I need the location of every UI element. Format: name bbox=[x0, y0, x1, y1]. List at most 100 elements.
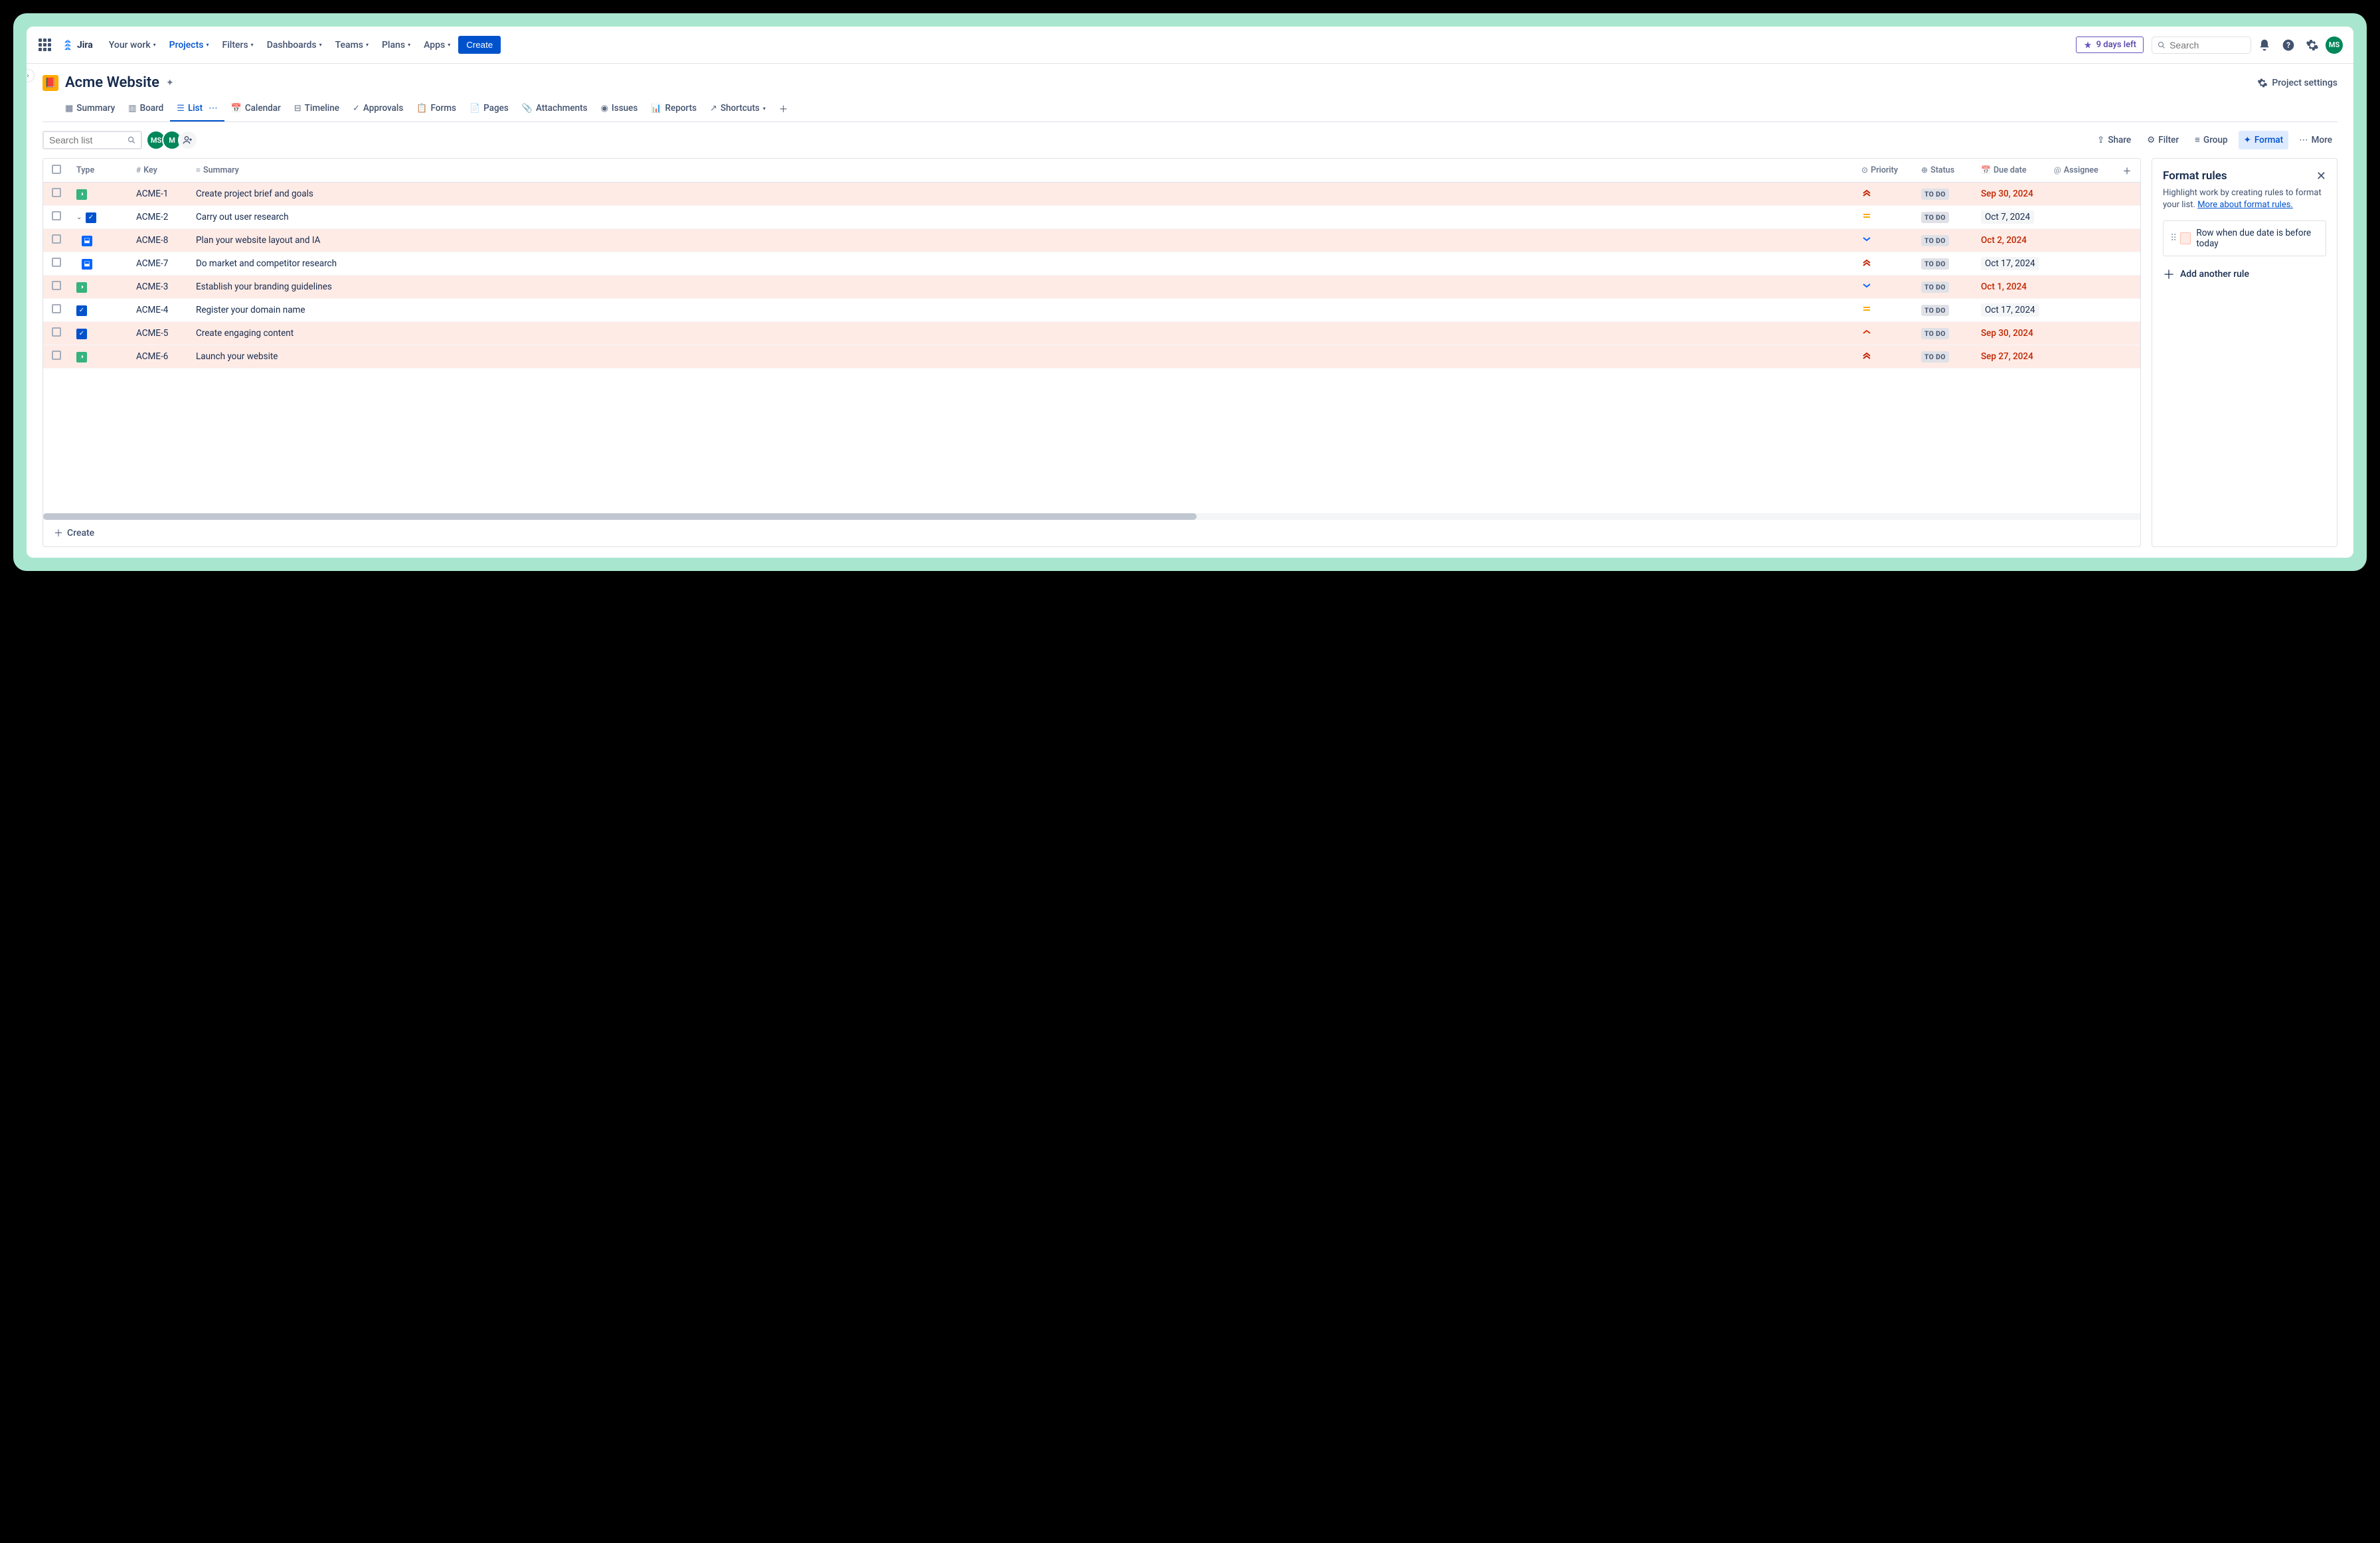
column-key[interactable]: #Key bbox=[129, 159, 189, 183]
search-input[interactable] bbox=[2169, 40, 2245, 50]
assignee-cell[interactable] bbox=[2047, 345, 2114, 368]
issue-summary[interactable]: Establish your branding guidelines bbox=[189, 276, 1855, 299]
group-button[interactable]: ≡Group bbox=[2189, 131, 2233, 149]
issue-summary[interactable]: Create project brief and goals bbox=[189, 183, 1855, 206]
assignee-cell[interactable] bbox=[2047, 276, 2114, 299]
table-row[interactable]: ◑ACME-6Launch your websiteTO DOSep 27, 2… bbox=[43, 345, 2140, 368]
expand-icon[interactable]: ⌄ bbox=[76, 214, 86, 221]
column-summary[interactable]: ≡Summary bbox=[189, 159, 1855, 183]
issue-key[interactable]: ACME-8 bbox=[129, 229, 189, 252]
table-row[interactable]: ◑ACME-1Create project brief and goalsTO … bbox=[43, 183, 2140, 206]
user-avatar[interactable]: MS bbox=[2326, 37, 2343, 54]
status-badge[interactable]: TO DO bbox=[1921, 235, 1949, 246]
status-badge[interactable]: TO DO bbox=[1921, 328, 1949, 339]
status-badge[interactable]: TO DO bbox=[1921, 282, 1949, 293]
priority-icon[interactable] bbox=[1861, 257, 1872, 268]
due-date[interactable]: Sep 30, 2024 bbox=[1981, 328, 2033, 339]
due-date[interactable]: Sep 27, 2024 bbox=[1981, 351, 2033, 362]
select-all-checkbox[interactable] bbox=[52, 165, 61, 174]
tab-summary[interactable]: ▦Summary bbox=[58, 96, 122, 122]
table-row[interactable]: ◑ACME-3Establish your branding guideline… bbox=[43, 276, 2140, 299]
more-icon[interactable]: ⋯ bbox=[209, 103, 218, 114]
assignee-cell[interactable] bbox=[2047, 252, 2114, 276]
row-checkbox[interactable] bbox=[52, 234, 61, 244]
drag-handle-icon[interactable]: ⠿ bbox=[2170, 233, 2175, 244]
row-checkbox[interactable] bbox=[52, 304, 61, 313]
ai-sparkle-icon[interactable]: ✦ bbox=[166, 78, 174, 88]
app-switcher-icon[interactable] bbox=[37, 37, 53, 53]
help-icon[interactable]: ? bbox=[2278, 35, 2299, 56]
tab-reports[interactable]: 📊Reports bbox=[644, 96, 703, 122]
row-checkbox[interactable] bbox=[52, 281, 61, 290]
settings-icon[interactable] bbox=[2302, 35, 2323, 56]
add-person-button[interactable] bbox=[178, 130, 198, 150]
filter-button[interactable]: ⚙Filter bbox=[2142, 131, 2184, 149]
row-checkbox[interactable] bbox=[52, 327, 61, 337]
create-issue-row[interactable]: ＋Create bbox=[43, 520, 2140, 546]
due-date[interactable]: Oct 7, 2024 bbox=[1981, 210, 2034, 224]
issue-summary[interactable]: Launch your website bbox=[189, 345, 1855, 368]
issue-key[interactable]: ACME-5 bbox=[129, 322, 189, 345]
trial-badge[interactable]: 9 days left bbox=[2076, 37, 2144, 53]
tab-list[interactable]: ☰List ⋯ bbox=[170, 96, 224, 122]
format-rule-item[interactable]: ⠿ Row when due date is before today bbox=[2163, 220, 2326, 256]
status-badge[interactable]: TO DO bbox=[1921, 305, 1949, 316]
add-tab-button[interactable]: ＋ bbox=[772, 96, 795, 122]
tab-shortcuts[interactable]: ↗Shortcuts ▾ bbox=[703, 96, 772, 122]
issue-summary[interactable]: Do market and competitor research bbox=[189, 252, 1855, 276]
row-checkbox[interactable] bbox=[52, 351, 61, 360]
issue-summary[interactable]: Plan your website layout and IA bbox=[189, 229, 1855, 252]
issue-key[interactable]: ACME-7 bbox=[129, 252, 189, 276]
due-date[interactable]: Oct 2, 2024 bbox=[1981, 235, 2027, 246]
column-priority[interactable]: ⊙Priority bbox=[1855, 159, 1914, 183]
assignee-cell[interactable] bbox=[2047, 229, 2114, 252]
global-search[interactable] bbox=[2152, 37, 2251, 54]
issue-summary[interactable]: Carry out user research bbox=[189, 206, 1855, 229]
assignee-cell[interactable] bbox=[2047, 206, 2114, 229]
nav-plans[interactable]: Plans ▾ bbox=[377, 36, 416, 54]
tab-approvals[interactable]: ✓Approvals bbox=[346, 96, 410, 122]
priority-icon[interactable] bbox=[1861, 210, 1872, 221]
nav-apps[interactable]: Apps ▾ bbox=[418, 36, 456, 54]
row-checkbox[interactable] bbox=[52, 258, 61, 267]
add-column-button[interactable]: ＋ bbox=[2114, 159, 2140, 183]
assignee-cell[interactable] bbox=[2047, 183, 2114, 206]
column-due-date[interactable]: 📅Due date bbox=[1974, 159, 2047, 183]
priority-icon[interactable] bbox=[1861, 280, 1872, 291]
table-row[interactable]: ✓ACME-4Register your domain nameTO DOOct… bbox=[43, 299, 2140, 322]
list-search[interactable] bbox=[42, 131, 142, 149]
priority-icon[interactable] bbox=[1861, 234, 1872, 244]
table-row[interactable]: ✓ACME-5Create engaging contentTO DOSep 3… bbox=[43, 322, 2140, 345]
issue-summary[interactable]: Register your domain name bbox=[189, 299, 1855, 322]
nav-dashboards[interactable]: Dashboards ▾ bbox=[262, 36, 327, 54]
column-status[interactable]: ⊕Status bbox=[1914, 159, 1974, 183]
jira-logo[interactable]: Jira bbox=[61, 39, 93, 52]
assignee-cell[interactable] bbox=[2047, 322, 2114, 345]
tab-pages[interactable]: 📄Pages bbox=[463, 96, 515, 122]
learn-more-link[interactable]: More about format rules. bbox=[2197, 200, 2293, 210]
priority-icon[interactable] bbox=[1861, 327, 1872, 337]
close-icon[interactable]: ✕ bbox=[2316, 169, 2326, 183]
issue-key[interactable]: ACME-3 bbox=[129, 276, 189, 299]
priority-icon[interactable] bbox=[1861, 350, 1872, 361]
status-badge[interactable]: TO DO bbox=[1921, 212, 1949, 223]
table-row[interactable]: ⬓ACME-7Do market and competitor research… bbox=[43, 252, 2140, 276]
notifications-icon[interactable] bbox=[2254, 35, 2275, 56]
nav-filters[interactable]: Filters ▾ bbox=[217, 36, 259, 54]
tab-timeline[interactable]: ⊟Timeline bbox=[288, 96, 346, 122]
tab-forms[interactable]: 📋Forms bbox=[410, 96, 463, 122]
issue-key[interactable]: ACME-4 bbox=[129, 299, 189, 322]
issue-key[interactable]: ACME-1 bbox=[129, 183, 189, 206]
sidebar-expand-icon[interactable]: › bbox=[27, 69, 35, 82]
table-row[interactable]: ⬓ACME-8Plan your website layout and IATO… bbox=[43, 229, 2140, 252]
more-button[interactable]: ⋯More bbox=[2294, 131, 2338, 149]
tab-board[interactable]: ▥Board bbox=[122, 96, 170, 122]
tab-issues[interactable]: ◉Issues bbox=[594, 96, 645, 122]
table-row[interactable]: ⌄✓ACME-2Carry out user researchTO DOOct … bbox=[43, 206, 2140, 229]
due-date[interactable]: Oct 1, 2024 bbox=[1981, 282, 2027, 292]
issue-summary[interactable]: Create engaging content bbox=[189, 322, 1855, 345]
due-date[interactable]: Oct 17, 2024 bbox=[1981, 257, 2039, 270]
status-badge[interactable]: TO DO bbox=[1921, 189, 1949, 200]
row-checkbox[interactable] bbox=[52, 211, 61, 220]
due-date[interactable]: Sep 30, 2024 bbox=[1981, 189, 2033, 199]
